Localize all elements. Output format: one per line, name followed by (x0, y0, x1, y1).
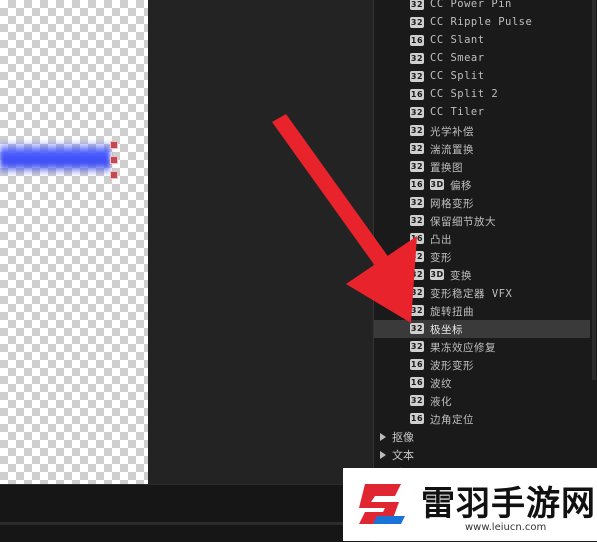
effect-name: 凸出 (430, 234, 452, 246)
composition-canvas[interactable] (0, 0, 148, 484)
composition-background (148, 0, 373, 484)
effect-item[interactable]: 32 保留细节放大 (374, 212, 590, 230)
effect-item[interactable]: 16 波形变形 (374, 356, 590, 374)
effect-name: CC Power Pin (430, 0, 512, 10)
bit-depth-badge-icon: 32 (410, 161, 424, 172)
category-label: 文本 (392, 449, 414, 462)
effect-name: CC Tiler (430, 106, 485, 118)
effect-item[interactable]: 32 变形 (374, 248, 590, 266)
bit-depth-badge-icon: 32 (410, 287, 424, 298)
effects-presets-panel[interactable]: 32 CC Power Pin 32 CC Ripple Pulse 16 CC Slan… (373, 0, 597, 541)
effect-name: CC Slant (430, 34, 485, 46)
effect-name: 旋转扭曲 (430, 306, 474, 318)
effect-item[interactable]: 32 变形稳定器 VFX (374, 284, 590, 302)
expand-triangle-icon[interactable] (380, 451, 386, 459)
bit-depth-badge-icon: 32 (410, 215, 424, 226)
category-label: 抠像 (392, 431, 414, 444)
effect-name: 置换图 (430, 162, 463, 174)
effect-name: 液化 (430, 396, 452, 408)
effect-item[interactable]: 16 CC Split 2 (374, 86, 590, 104)
effect-category[interactable]: 抠像 (380, 428, 580, 446)
effect-name: CC Ripple Pulse (430, 16, 533, 28)
watermark-logo-icon (359, 484, 405, 524)
effect-item[interactable]: 32 湍流置换 (374, 140, 590, 158)
effect-item[interactable]: 32 CC Split (374, 68, 590, 86)
three-d-badge-icon: 3D (430, 269, 444, 280)
effect-item[interactable]: 16 3D 偏移 (374, 176, 590, 194)
bit-depth-badge-icon: 16 (410, 359, 424, 370)
effect-item[interactable]: 32 液化 (374, 392, 590, 410)
bit-depth-badge-icon: 16 (410, 179, 424, 190)
bit-depth-badge-icon: 32 (410, 143, 424, 154)
effect-item[interactable]: 16 波纹 (374, 374, 590, 392)
bit-depth-badge-icon: 32 (410, 323, 424, 334)
bit-depth-badge-icon: 16 (410, 377, 424, 388)
bit-depth-badge-icon: 32 (410, 395, 424, 406)
blue-bar-layer (0, 141, 110, 175)
bit-depth-badge-icon: 16 (410, 35, 424, 46)
bit-depth-badge-icon: 32 (410, 17, 424, 28)
effect-name: 网格变形 (430, 198, 474, 210)
effect-item[interactable]: 32 CC Tiler (374, 104, 590, 122)
effect-item[interactable]: 32 旋转扭曲 (374, 302, 590, 320)
bit-depth-badge-icon: 32 (410, 0, 424, 10)
effect-name: 果冻效应修复 (430, 342, 496, 354)
timeline-divider (0, 522, 373, 525)
layer-handles[interactable] (110, 141, 118, 181)
timeline-panel[interactable] (0, 484, 373, 542)
bit-depth-badge-icon: 32 (410, 125, 424, 136)
effect-name: CC Split (430, 70, 485, 82)
bit-depth-badge-icon: 32 (410, 251, 424, 262)
effect-item[interactable]: 32 3D 变换 (374, 266, 590, 284)
effect-item[interactable]: 32 CC Ripple Pulse (374, 14, 590, 32)
effect-item[interactable]: 32 果冻效应修复 (374, 338, 590, 356)
handle-middle[interactable] (110, 156, 118, 164)
effect-name: 变换 (450, 270, 472, 282)
bit-depth-badge-icon: 32 (410, 341, 424, 352)
effect-name: 波形变形 (430, 360, 474, 372)
effect-item[interactable]: 32 极坐标 (374, 320, 590, 338)
bit-depth-badge-icon: 32 (410, 197, 424, 208)
bit-depth-badge-icon: 32 (410, 71, 424, 82)
bit-depth-badge-icon: 32 (410, 269, 424, 280)
effect-name: 光学补偿 (430, 126, 474, 138)
three-d-badge-icon: 3D (430, 179, 444, 190)
effect-name: 保留细节放大 (430, 216, 496, 228)
effect-item[interactable]: 32 CC Power Pin (374, 0, 590, 14)
effect-name: 湍流置换 (430, 144, 474, 156)
effect-name: 变形稳定器 VFX (430, 288, 513, 300)
bit-depth-badge-icon: 16 (410, 89, 424, 100)
bit-depth-badge-icon: 16 (410, 233, 424, 244)
effect-name: 波纹 (430, 378, 452, 390)
effect-name: 偏移 (450, 180, 472, 192)
handle-bottom[interactable] (110, 171, 118, 179)
effect-name: 极坐标 (430, 324, 463, 336)
effect-item[interactable]: 32 CC Smear (374, 50, 590, 68)
watermark-url: www.leiucn.com (465, 522, 547, 533)
effect-name: 变形 (430, 252, 452, 264)
effect-name: CC Smear (430, 52, 485, 64)
effect-item[interactable]: 16 CC Slant (374, 32, 590, 50)
effect-category[interactable]: 文本 (380, 446, 580, 464)
effect-item[interactable]: 16 边角定位 (374, 410, 590, 428)
watermark-banner: 雷羽手游网 www.leiucn.com (343, 468, 597, 541)
effect-item[interactable]: 16 凸出 (374, 230, 590, 248)
effect-item[interactable]: 32 网格变形 (374, 194, 590, 212)
effect-item[interactable]: 32 置换图 (374, 158, 590, 176)
bit-depth-badge-icon: 16 (410, 413, 424, 424)
bit-depth-badge-icon: 32 (410, 305, 424, 316)
handle-top[interactable] (110, 141, 118, 149)
effect-item[interactable]: 32 光学补偿 (374, 122, 590, 140)
watermark-title: 雷羽手游网 (421, 484, 596, 524)
effect-name: 边角定位 (430, 414, 474, 426)
expand-triangle-icon[interactable] (380, 433, 386, 441)
effects-scrollbar[interactable] (592, 0, 596, 380)
bit-depth-badge-icon: 32 (410, 53, 424, 64)
bit-depth-badge-icon: 32 (410, 107, 424, 118)
effect-name: CC Split 2 (430, 88, 499, 100)
